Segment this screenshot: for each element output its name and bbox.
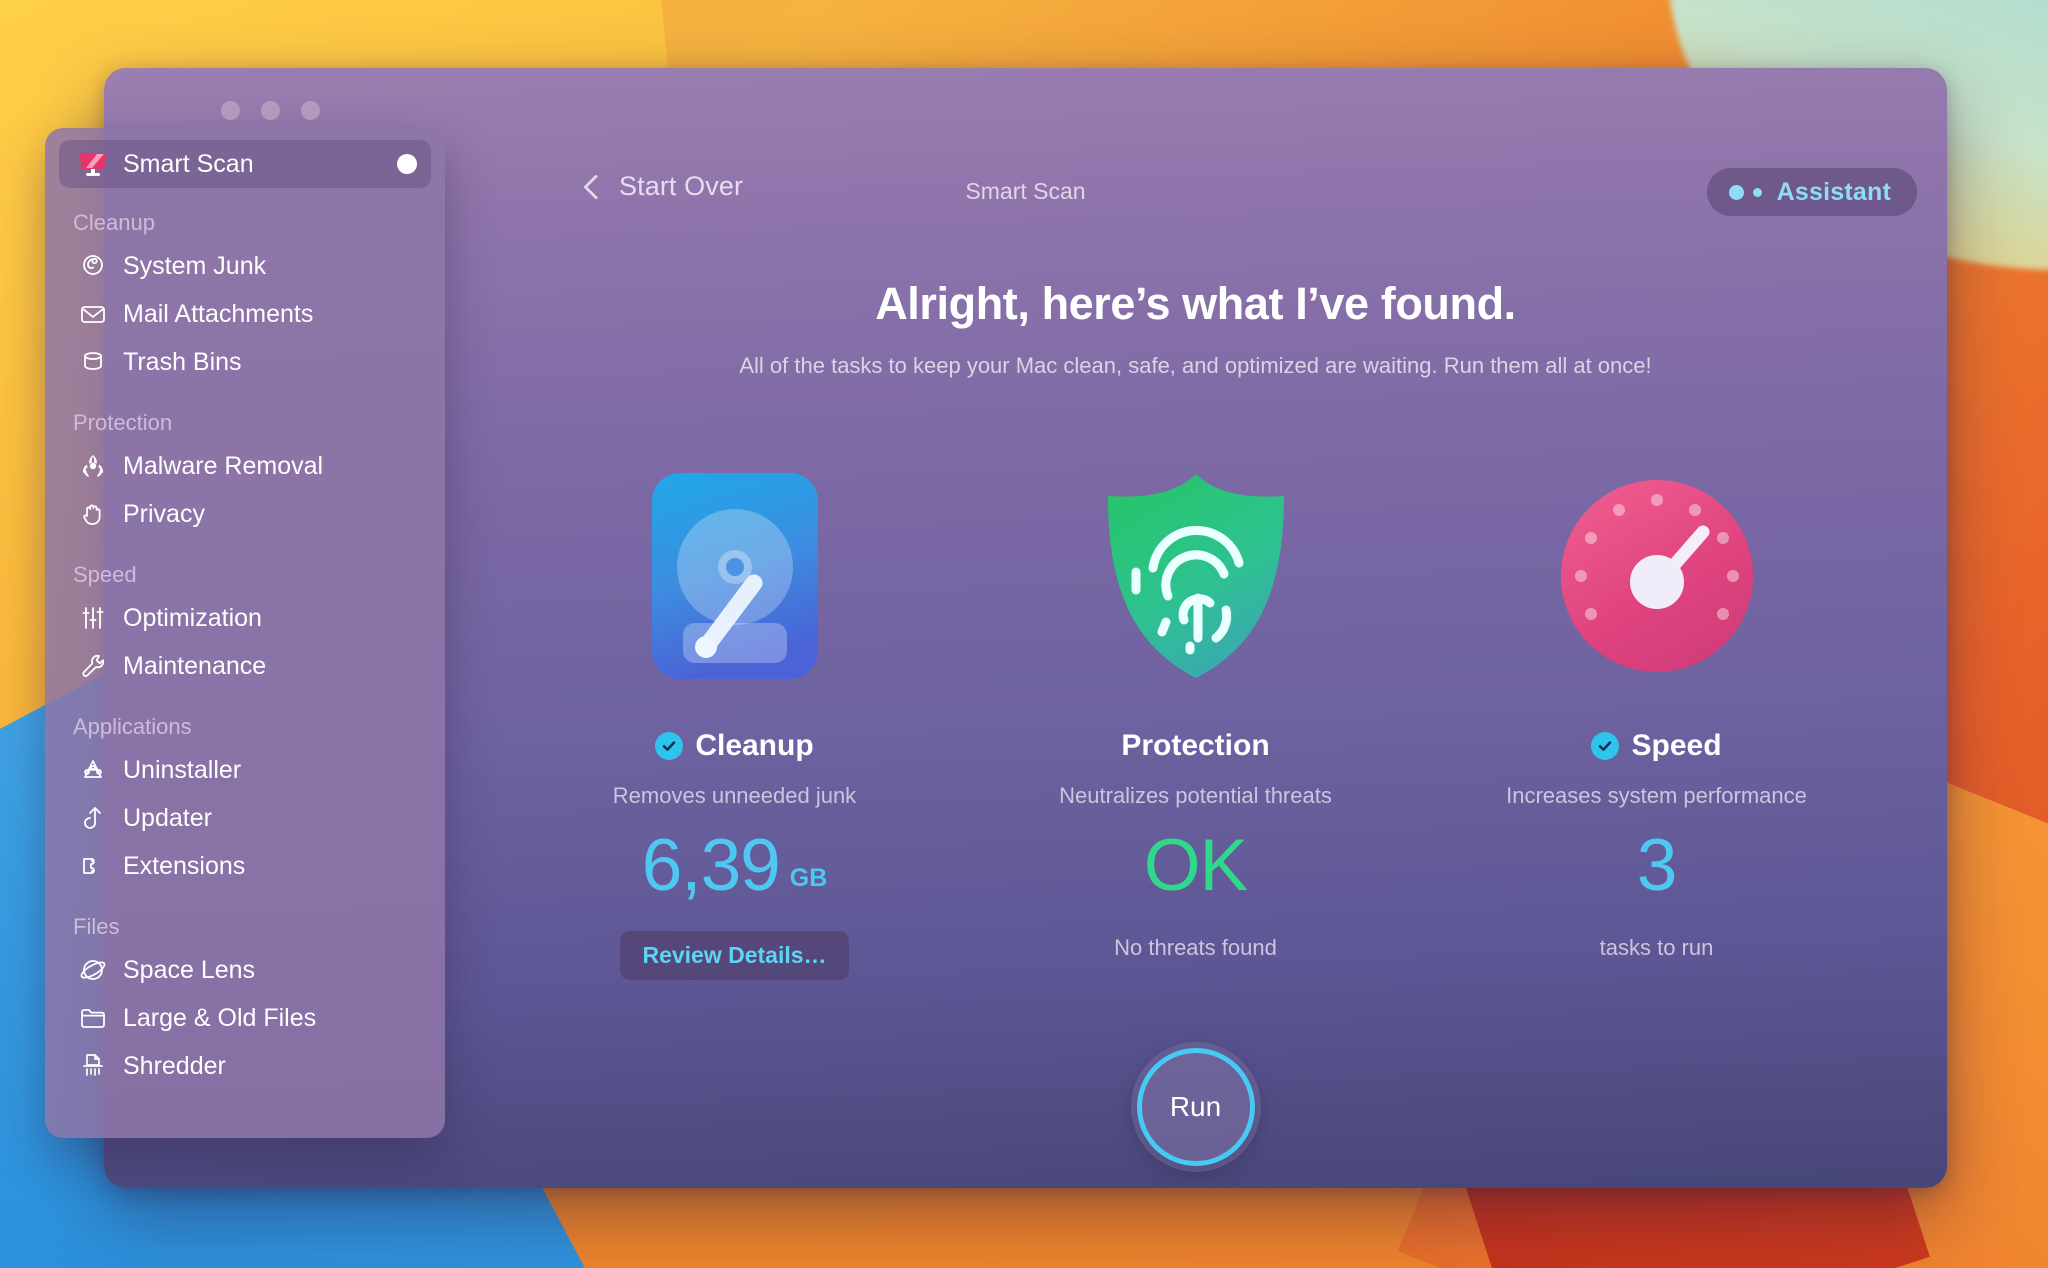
sidebar-item-optimization[interactable]: Optimization bbox=[59, 594, 431, 642]
headline: Alright, here’s what I’ve found. bbox=[875, 278, 1516, 329]
sidebar-item-updater-label: Updater bbox=[123, 803, 212, 832]
card-speed: Speed Increases system performance 3 tas… bbox=[1442, 466, 1872, 961]
puzzle-piece-icon bbox=[73, 852, 113, 880]
card-speed-metric: 3 bbox=[1636, 825, 1678, 913]
uninstaller-icon bbox=[73, 756, 113, 784]
sidebar-item-mail-attachments[interactable]: Mail Attachments bbox=[59, 290, 431, 338]
review-details-button[interactable]: Review Details… bbox=[620, 931, 849, 980]
hand-stop-icon bbox=[73, 500, 113, 528]
sidebar-item-mail-attachments-label: Mail Attachments bbox=[123, 299, 314, 328]
sidebar-item-privacy[interactable]: Privacy bbox=[59, 490, 431, 538]
card-protection-metric: OK bbox=[1143, 825, 1248, 913]
sidebar-group-cleanup-label: Cleanup bbox=[73, 210, 155, 235]
card-protection-subtitle: Neutralizes potential threats bbox=[1059, 783, 1332, 808]
hard-drive-icon bbox=[650, 466, 820, 686]
speedometer-icon bbox=[1557, 466, 1757, 686]
smart-scan-monitor-icon bbox=[73, 150, 113, 178]
main-content: Alright, here’s what I’ve found. All of … bbox=[444, 146, 1947, 1188]
sidebar-item-optimization-label: Optimization bbox=[123, 603, 262, 632]
card-cleanup-title: Cleanup bbox=[695, 729, 814, 762]
system-junk-icon bbox=[73, 252, 113, 280]
envelope-icon bbox=[73, 300, 113, 328]
folder-icon bbox=[73, 1004, 113, 1032]
sidebar-item-smart-scan-label: Smart Scan bbox=[123, 149, 254, 178]
sidebar-item-shredder[interactable]: Shredder bbox=[59, 1042, 431, 1090]
shredder-icon bbox=[73, 1052, 113, 1080]
subheadline: All of the tasks to keep your Mac clean,… bbox=[739, 353, 1652, 378]
traffic-lights[interactable] bbox=[221, 101, 320, 120]
sidebar-item-updater[interactable]: Updater bbox=[59, 794, 431, 842]
check-circle-icon bbox=[655, 732, 684, 760]
shield-fingerprint-icon bbox=[1098, 466, 1294, 686]
card-protection-value: OK bbox=[1143, 825, 1248, 906]
sidebar-item-uninstaller[interactable]: Uninstaller bbox=[59, 746, 431, 794]
run-button[interactable]: Run bbox=[1136, 1048, 1255, 1166]
space-lens-icon bbox=[73, 956, 113, 984]
sidebar-item-privacy-label: Privacy bbox=[123, 499, 205, 528]
sliders-icon bbox=[73, 604, 113, 632]
sidebar-item-large-old-files-label: Large & Old Files bbox=[123, 1003, 317, 1032]
sidebar-group-protection-label: Protection bbox=[73, 410, 173, 435]
card-cleanup-unit: GB bbox=[789, 864, 828, 892]
updater-arrow-icon bbox=[73, 804, 113, 832]
sidebar-item-malware-removal[interactable]: Malware Removal bbox=[59, 442, 431, 490]
sidebar-item-system-junk[interactable]: System Junk bbox=[59, 242, 431, 290]
card-protection-caption: No threats found bbox=[1114, 935, 1277, 960]
status-dot bbox=[397, 154, 417, 174]
sidebar-item-extensions[interactable]: Extensions bbox=[59, 842, 431, 890]
sidebar-item-large-old-files[interactable]: Large & Old Files bbox=[59, 994, 431, 1042]
summary-cards: Cleanup Removes unneeded junk 6,39 GB Re… bbox=[504, 466, 1887, 980]
close-button[interactable] bbox=[221, 101, 240, 120]
card-cleanup-subtitle: Removes unneeded junk bbox=[612, 783, 857, 808]
card-speed-title: Speed bbox=[1631, 729, 1722, 762]
sidebar-item-trash-bins-label: Trash Bins bbox=[123, 347, 242, 376]
sidebar-item-shredder-label: Shredder bbox=[123, 1051, 226, 1080]
sidebar-group-speed-label: Speed bbox=[73, 562, 137, 587]
card-cleanup: Cleanup Removes unneeded junk 6,39 GB Re… bbox=[520, 466, 950, 980]
sidebar-item-smart-scan[interactable]: Smart Scan bbox=[59, 140, 431, 188]
zoom-button[interactable] bbox=[301, 101, 320, 120]
biohazard-icon bbox=[73, 452, 113, 480]
card-cleanup-metric: 6,39 GB bbox=[642, 829, 828, 913]
sidebar-item-space-lens[interactable]: Space Lens bbox=[59, 946, 431, 994]
card-protection-title: Protection bbox=[1121, 729, 1270, 762]
sidebar-item-space-lens-label: Space Lens bbox=[123, 955, 256, 984]
run-button-container: Run bbox=[444, 1048, 1947, 1166]
wrench-icon bbox=[73, 652, 113, 680]
sidebar: Smart Scan Cleanup System Junk Mail Atta… bbox=[45, 128, 445, 1138]
sidebar-group-applications-label: Applications bbox=[73, 714, 192, 739]
sidebar-item-maintenance-label: Maintenance bbox=[123, 651, 267, 680]
trash-bin-icon bbox=[73, 348, 113, 376]
card-speed-value: 3 bbox=[1636, 825, 1678, 906]
check-circle-icon bbox=[1591, 732, 1620, 760]
sidebar-item-system-junk-label: System Junk bbox=[123, 251, 267, 280]
sidebar-item-uninstaller-label: Uninstaller bbox=[123, 755, 242, 784]
card-speed-title-row: Speed bbox=[1591, 729, 1722, 763]
minimize-button[interactable] bbox=[261, 101, 280, 120]
card-protection: Protection Neutralizes potential threats… bbox=[981, 466, 1411, 961]
card-cleanup-value: 6,39 bbox=[641, 825, 781, 906]
card-cleanup-title-row: Cleanup bbox=[655, 729, 814, 763]
sidebar-item-malware-removal-label: Malware Removal bbox=[123, 451, 324, 480]
sidebar-group-files-label: Files bbox=[73, 914, 120, 939]
sidebar-item-trash-bins[interactable]: Trash Bins bbox=[59, 338, 431, 386]
sidebar-item-maintenance[interactable]: Maintenance bbox=[59, 642, 431, 690]
sidebar-item-extensions-label: Extensions bbox=[123, 851, 246, 880]
card-speed-caption: tasks to run bbox=[1599, 935, 1714, 960]
card-protection-title-row: Protection bbox=[1121, 729, 1269, 763]
card-speed-subtitle: Increases system performance bbox=[1506, 783, 1807, 808]
